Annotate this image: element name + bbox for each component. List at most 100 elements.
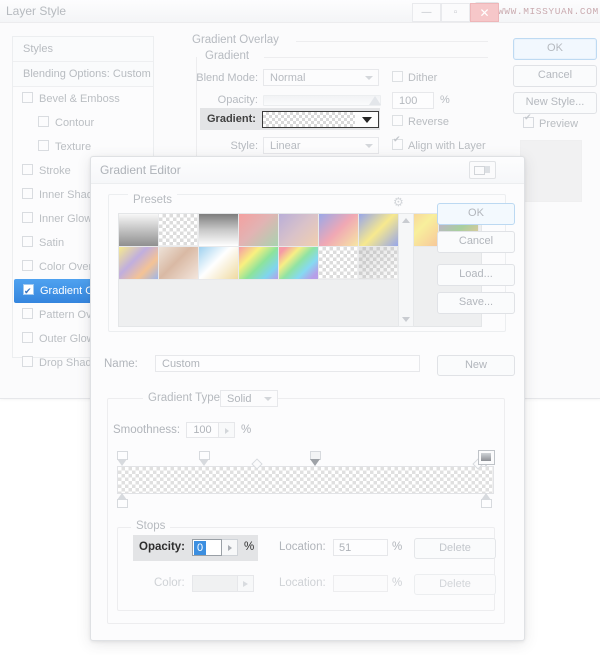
watermark-url: WWW.MISSYUAN.COM — [498, 6, 599, 17]
checkbox-texture[interactable] — [38, 140, 49, 151]
maximize-button[interactable]: ▫ — [441, 3, 470, 22]
reverse-label: Reverse — [408, 116, 449, 128]
opacity-location-input[interactable]: 51 — [333, 539, 388, 556]
checkbox-bevel-emboss[interactable] — [22, 92, 33, 103]
smoothness-input[interactable]: 100 — [186, 422, 219, 438]
delete-opacity-stop-button[interactable]: Delete — [414, 538, 496, 559]
save-button[interactable]: Save... — [437, 292, 515, 314]
presets-scrollbar[interactable] — [398, 213, 414, 327]
checkbox-box — [392, 115, 403, 126]
opacity-input[interactable]: 100 — [392, 92, 434, 109]
smoothness-percent-label: % — [241, 424, 252, 436]
gradient-picker-button[interactable] — [355, 111, 379, 128]
gradient-name-input[interactable]: Custom — [155, 355, 420, 372]
opacity-stop-22[interactable] — [199, 451, 210, 466]
gradient-overlay-section-title: Gradient Overlay — [192, 34, 279, 46]
effect-row-bevel-emboss[interactable]: Bevel & Emboss — [13, 87, 153, 111]
gradient-editor-titlebar[interactable]: Gradient Editor — [91, 157, 524, 184]
checkbox-outer-glow[interactable] — [22, 332, 33, 343]
checkbox-box — [392, 134, 403, 150]
stop-color-arrow[interactable] — [238, 575, 254, 592]
scroll-up-icon[interactable] — [402, 218, 410, 223]
new-style-button[interactable]: New Style... — [513, 92, 597, 114]
checkbox-stroke[interactable] — [22, 164, 33, 175]
preset-swatch-6[interactable] — [359, 214, 399, 247]
color-location-input[interactable] — [333, 575, 388, 592]
dither-label: Dither — [408, 72, 438, 84]
opacity-slider[interactable] — [263, 95, 381, 106]
opacity-slider-handle[interactable] — [369, 96, 381, 105]
effect-label: Texture — [55, 141, 92, 153]
stop-tip — [310, 459, 320, 466]
gradient-editor-ok-button[interactable]: OK — [437, 203, 515, 225]
preset-swatch-9[interactable] — [119, 247, 159, 280]
smoothness-stepper[interactable] — [219, 422, 235, 438]
load-button[interactable]: Load... — [437, 264, 515, 286]
preset-swatch-13[interactable] — [279, 247, 319, 280]
checkbox-pattern-overlay[interactable] — [22, 308, 33, 319]
checkbox-inner-glow[interactable] — [22, 212, 33, 223]
gradient-preview-swatch[interactable] — [262, 111, 357, 128]
preset-swatch-15[interactable] — [359, 247, 399, 280]
preset-swatch-0[interactable] — [119, 214, 159, 247]
color-stop-right[interactable] — [481, 493, 492, 508]
new-button[interactable]: New — [437, 355, 515, 376]
chevron-down-icon — [365, 76, 373, 80]
opacity-stop-51[interactable] — [310, 451, 321, 466]
checkbox-satin[interactable] — [22, 236, 33, 247]
close-button[interactable]: ✕ — [470, 3, 499, 22]
preset-swatch-5[interactable] — [319, 214, 359, 247]
preset-swatch-12[interactable] — [239, 247, 279, 280]
group-rule — [264, 57, 488, 58]
effect-row-contour[interactable]: Contour — [13, 111, 153, 135]
preview-checkbox[interactable]: Preview — [523, 112, 579, 130]
preset-swatch-4[interactable] — [279, 214, 319, 247]
preset-swatch-11[interactable] — [199, 247, 239, 280]
preset-swatch-1[interactable] — [159, 214, 199, 247]
gradient-group-title: Gradient — [205, 50, 250, 62]
stop-opacity-stepper[interactable] — [222, 539, 238, 556]
layer-style-ok-button[interactable]: OK — [513, 38, 597, 60]
checkbox-drop-shadow[interactable] — [22, 356, 33, 367]
gear-icon[interactable]: ⚙ — [393, 195, 404, 209]
dither-checkbox[interactable]: Dither — [392, 71, 437, 84]
color-stop-left[interactable] — [117, 493, 128, 508]
name-label: Name: — [104, 358, 138, 370]
checkbox-color-overlay[interactable] — [22, 260, 33, 271]
gradient-strip[interactable] — [117, 466, 494, 494]
effect-label: Stroke — [39, 165, 71, 177]
checkbox-inner-shadow[interactable] — [22, 188, 33, 199]
stop-color-swatch[interactable] — [192, 575, 238, 592]
presets-grid[interactable] — [118, 213, 482, 327]
layer-style-cancel-button[interactable]: Cancel — [513, 65, 597, 87]
scroll-down-icon[interactable] — [402, 317, 410, 322]
preset-swatch-10[interactable] — [159, 247, 199, 280]
reverse-checkbox[interactable]: Reverse — [392, 115, 449, 128]
minimize-button[interactable]: — — [412, 3, 441, 22]
preset-swatch-2[interactable] — [199, 214, 239, 247]
style-label: Style: — [230, 140, 258, 152]
preset-swatch-3[interactable] — [239, 214, 279, 247]
align-with-layer-checkbox[interactable]: Align with Layer — [392, 134, 486, 152]
preset-swatch-14[interactable] — [319, 247, 359, 280]
document-thumbnail-icon[interactable] — [469, 161, 496, 179]
style-select[interactable]: Linear — [263, 137, 379, 154]
gradient-type-value: Solid — [227, 393, 252, 405]
preview-label: Preview — [539, 118, 579, 130]
styles-header: Styles — [13, 37, 153, 62]
blending-options-row[interactable]: Blending Options: Custom — [13, 62, 153, 87]
checkbox-gradient-overlay[interactable] — [23, 284, 34, 295]
delete-color-stop-button[interactable]: Delete — [414, 574, 496, 595]
chevron-down-icon — [264, 397, 272, 401]
blend-mode-select[interactable]: Normal — [263, 69, 379, 86]
opacity-label: Opacity: — [217, 94, 258, 106]
effect-label: Bevel & Emboss — [39, 93, 120, 105]
opacity-stop-0[interactable] — [117, 451, 128, 466]
stop-opacity-input[interactable]: 0 — [192, 539, 222, 556]
checkbox-box — [392, 71, 403, 82]
selected-opacity-stop-icon — [478, 450, 495, 465]
gradient-type-select[interactable]: Solid — [220, 390, 278, 407]
gradient-editor-cancel-button[interactable]: Cancel — [437, 231, 515, 253]
checkbox-contour[interactable] — [38, 116, 49, 127]
checkbox-box — [523, 112, 534, 128]
